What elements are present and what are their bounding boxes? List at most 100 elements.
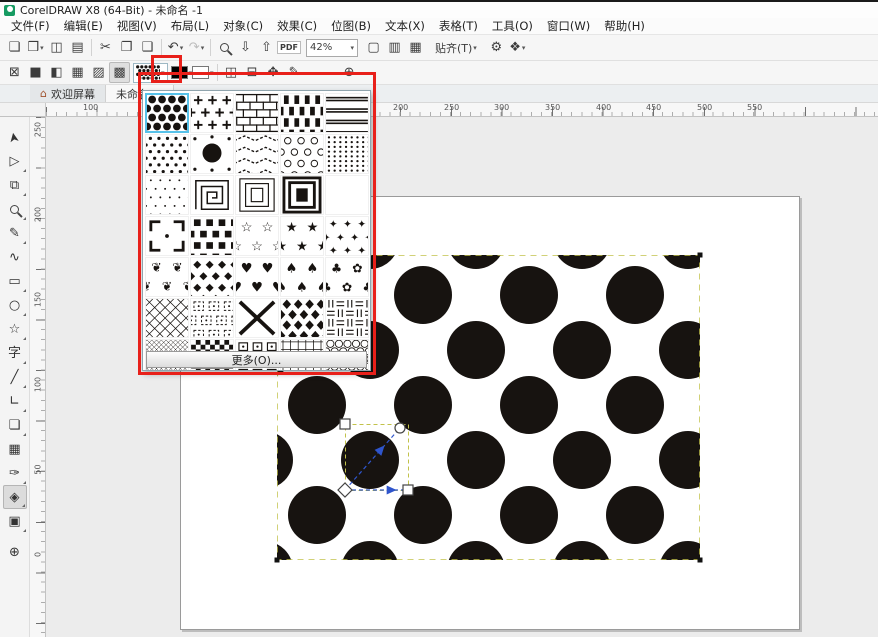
fill-pattern-picker-button[interactable]: ▾ [133, 63, 168, 83]
selection-handle[interactable] [698, 558, 703, 563]
pattern-swatch-polka-dots[interactable] [145, 93, 189, 133]
pattern-swatch-pinwheel[interactable]: ✦✦✦✦✦✦✦✦✦✦✦✦✦✦✦✦✦✦✦✦✦✦✦✦✦ [325, 216, 369, 256]
freehand-tool[interactable]: ✎ [3, 221, 27, 245]
print-button[interactable]: ▤ [67, 37, 88, 58]
pattern-swatch-dash-squares[interactable] [190, 298, 234, 338]
vector-pattern-fill-button[interactable]: ▦ [67, 62, 88, 83]
pattern-swatch-ring-dot[interactable] [190, 134, 234, 174]
front-color-button[interactable]: ▾ [171, 62, 193, 83]
pattern-swatch-spiral[interactable] [190, 175, 234, 215]
rectangle-tool[interactable]: ▭ [3, 269, 27, 293]
menu-item-view[interactable]: 视图(V) [110, 17, 164, 35]
drop-shadow-tool[interactable]: ❏ [3, 413, 27, 437]
pattern-swatch-diamond-checker[interactable] [280, 298, 324, 338]
pattern-swatch-diamonds[interactable]: ◆◆◆◆◆◆◆◆◆◆◆◆◆◆◆◆◆◆◆◆◆◆◆◆◆◆◆◆◆◆◆◆◆◆◆◆ [190, 257, 234, 297]
copy-fill-button[interactable]: ⊕ [339, 62, 360, 83]
color-eyedropper-tool[interactable]: ✑ [3, 461, 27, 485]
copy-button[interactable]: ❐ [116, 37, 137, 58]
pattern-swatch-corner-brackets[interactable] [145, 216, 189, 256]
fullscreen-preview-button[interactable]: ▢ [363, 37, 384, 58]
transparency-tool[interactable]: ▦ [3, 437, 27, 461]
menu-item-tools[interactable]: 工具(O) [485, 17, 540, 35]
pattern-swatch-clubs-flowers[interactable]: ✿♣✿♣♣✿♣✿✿♣✿♣♣✿♣✿ [325, 257, 369, 297]
options-button[interactable]: ⚙ [486, 37, 507, 58]
menu-item-effects[interactable]: 效果(C) [270, 17, 324, 35]
polygon-tool[interactable]: ☆ [3, 317, 27, 341]
transform-fill-button[interactable]: ✥ [263, 62, 284, 83]
uniform-fill-button[interactable]: ■ [25, 62, 46, 83]
tile-size-handle-right[interactable] [403, 485, 413, 495]
menu-item-text[interactable]: 文本(X) [378, 17, 432, 35]
menu-item-help[interactable]: 帮助(H) [597, 17, 652, 35]
pattern-swatch-bricks[interactable] [235, 93, 279, 133]
pattern-swatch-vbars[interactable] [280, 93, 324, 133]
artistic-media-tool[interactable]: ∿ [3, 245, 27, 269]
selection-handle[interactable] [275, 558, 280, 563]
parallel-dimension-tool[interactable]: ╱ [3, 365, 27, 389]
pattern-swatch-star-outline[interactable]: ☆☆☆☆☆☆☆☆☆☆☆☆☆☆☆☆ [235, 216, 279, 256]
pattern-swatch-diag-dots[interactable] [145, 134, 189, 174]
pattern-swatch-tiny-dots[interactable] [145, 175, 189, 215]
show-grid-button[interactable]: ▦ [405, 37, 426, 58]
tile-size-handle-top[interactable] [340, 419, 350, 429]
menu-item-object[interactable]: 对象(C) [216, 17, 270, 35]
pattern-swatch-plus-grid[interactable] [190, 93, 234, 133]
mirror-tiles-horizontal-button[interactable]: ◫ [221, 62, 242, 83]
shape-tool[interactable]: ▷ [3, 149, 27, 173]
pattern-swatch-stars[interactable]: ★★★★★★★★★★★★★★★★ [280, 216, 324, 256]
connector-tool[interactable]: ∟ [3, 389, 27, 413]
mirror-tiles-vertical-button[interactable]: ⊟ [242, 62, 263, 83]
pattern-swatch-dot-cols[interactable] [325, 134, 369, 174]
save-button[interactable]: ◫ [46, 37, 67, 58]
zoom-tool[interactable] [3, 197, 27, 221]
pattern-swatch-maple-leaf[interactable]: ❦❦❦❦❦❦❦❦❦❦❦❦❦❦❦❦ [145, 257, 189, 297]
paste-button[interactable]: ❑ [137, 37, 158, 58]
pattern-swatch-blank[interactable] [325, 175, 369, 215]
menu-item-bitmaps[interactable]: 位图(B) [324, 17, 378, 35]
pattern-swatch-nested-squares[interactable] [235, 175, 279, 215]
ruler-origin-corner[interactable] [0, 103, 46, 117]
menu-item-layout[interactable]: 布局(L) [164, 17, 216, 35]
redo-button[interactable]: ↷▾ [186, 37, 207, 58]
pattern-swatch-big-x[interactable] [235, 298, 279, 338]
fountain-fill-button[interactable]: ◧ [46, 62, 67, 83]
no-fill-button[interactable]: ⊠ [4, 62, 25, 83]
ellipse-tool[interactable]: ○ [3, 293, 27, 317]
cut-button[interactable]: ✂ [95, 37, 116, 58]
edit-fill-button[interactable]: ✎ [284, 62, 305, 83]
menu-item-window[interactable]: 窗口(W) [540, 17, 597, 35]
pattern-swatch-checker-dots[interactable] [190, 216, 234, 256]
snap-to-button[interactable]: 贴齐(T) ▾ [430, 38, 482, 58]
menu-item-file[interactable]: 文件(F) [4, 17, 57, 35]
zoom-level-combo[interactable]: 42% ▾ [306, 39, 358, 57]
pattern-swatch-nested-squares-bold[interactable] [280, 175, 324, 215]
menu-item-table[interactable]: 表格(T) [432, 17, 485, 35]
bitmap-pattern-fill-button[interactable]: ▨ [88, 62, 109, 83]
back-color-button[interactable]: ▾ [192, 62, 214, 83]
undo-button[interactable]: ↶▾ [165, 37, 186, 58]
more-patterns-button[interactable]: 更多(O)... [146, 351, 367, 368]
pattern-swatch-zigzag[interactable] [235, 134, 279, 174]
pattern-swatch-spades[interactable]: ♠♠♠♠♠♠♠♠♠♠♠♠♠♠♠♠ [280, 257, 324, 297]
smart-fill-tool[interactable]: ▣ [3, 509, 27, 533]
two-color-pattern-fill-button[interactable]: ▩ [109, 62, 130, 83]
application-launcher-button[interactable]: ❖▾ [507, 37, 528, 58]
pattern-swatch-hearts[interactable]: ♥♥♥♥♥♥♥♥♥♥♥♥♥♥♥♥ [235, 257, 279, 297]
crop-tool[interactable]: ⧉ [3, 173, 27, 197]
pattern-swatch-basket[interactable] [325, 298, 369, 338]
pattern-swatch-thin-hatch[interactable] [145, 298, 189, 338]
vertical-ruler[interactable]: 250200150100500 [30, 117, 46, 637]
pattern-swatch-rings[interactable] [280, 134, 324, 174]
selection-handle[interactable] [698, 253, 703, 258]
show-rulers-button[interactable]: ▥ [384, 37, 405, 58]
interactive-fill-tool[interactable]: ◈ [3, 485, 27, 509]
menu-item-edit[interactable]: 编辑(E) [57, 17, 110, 35]
search-content-button[interactable] [214, 37, 235, 58]
import-button[interactable]: ⇩ [235, 37, 256, 58]
new-document-button[interactable]: ❏ [4, 37, 25, 58]
text-tool[interactable]: 字 [3, 341, 27, 365]
export-button[interactable]: ⇧ [256, 37, 277, 58]
publish-pdf-button[interactable]: PDF [277, 37, 301, 58]
pattern-swatch-hlines[interactable] [325, 93, 369, 133]
rotation-handle[interactable] [395, 423, 405, 433]
